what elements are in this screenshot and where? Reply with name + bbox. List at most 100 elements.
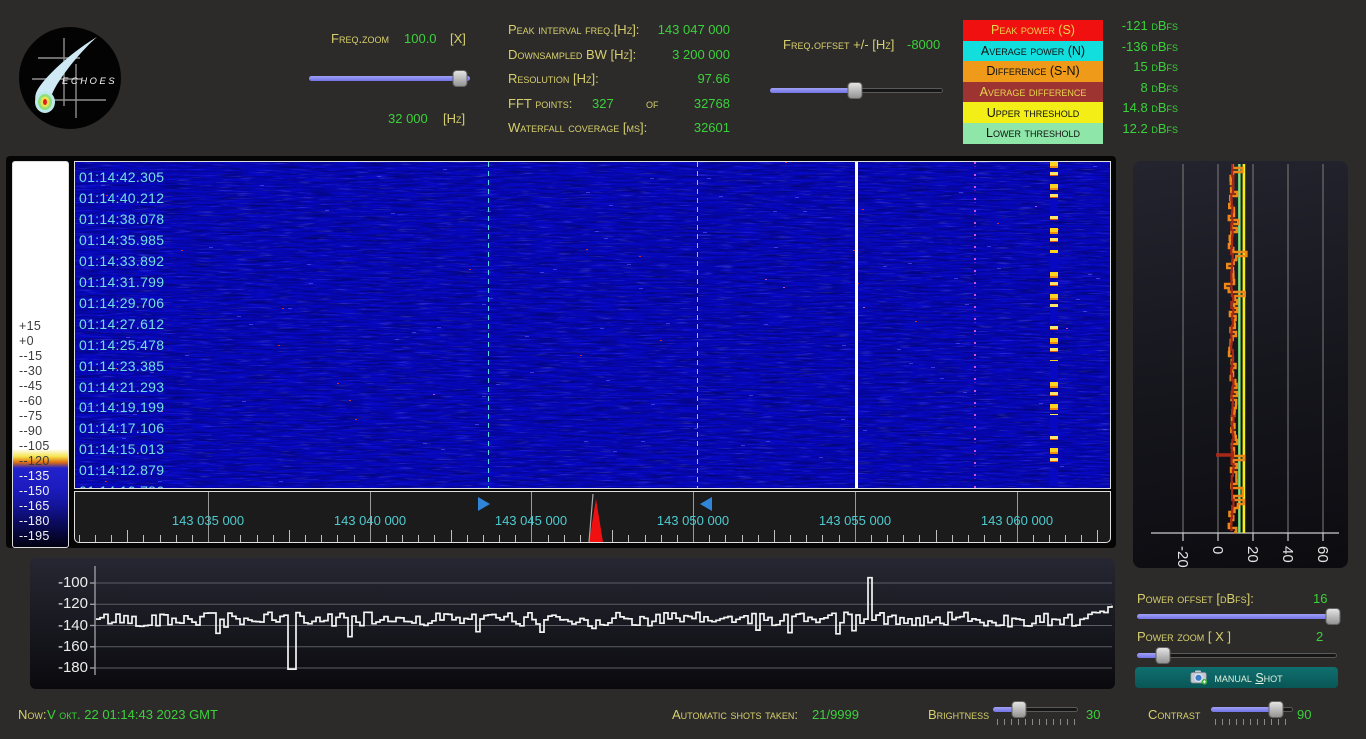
freq-minor-tick (903, 535, 904, 542)
interval-start-arrow-icon[interactable] (478, 497, 490, 511)
freq-zoom-slider[interactable] (309, 70, 470, 87)
power-history-plot (30, 558, 1115, 689)
power-offset-slider-handle[interactable] (1326, 608, 1341, 625)
freq-minor-tick (887, 535, 888, 542)
freq-minor-tick (1033, 535, 1034, 542)
freq-minor-tick (548, 535, 549, 542)
freq-minor-tick (160, 535, 161, 542)
contrast-slider-handle[interactable] (1268, 701, 1283, 718)
freq-minor-tick (709, 535, 710, 542)
db-scale-label: --75 (19, 409, 42, 423)
stats-row-label: FFT points: (508, 96, 572, 111)
freq-minor-tick (240, 535, 241, 542)
db-scale-label: --90 (19, 424, 42, 438)
freq-minor-tick (434, 535, 435, 542)
contrast-value: 90 (1297, 707, 1311, 722)
stats-row: Resolution [Hz]:97.66 (508, 71, 730, 85)
power-y-axis-label: -140 (40, 617, 88, 634)
logo-meteor-head (35, 91, 55, 113)
stats-row: FFT points:327of32768 (508, 96, 730, 110)
freq-offset-value: -8000 (907, 37, 940, 52)
freq-offset-slider[interactable] (770, 82, 943, 99)
freq-offset-slider-handle[interactable] (847, 82, 862, 99)
db-scale-label: --15 (19, 349, 42, 363)
measure-value-1: -136 dBfs (1106, 39, 1178, 60)
freq-tick-label: 143 060 000 (962, 513, 1072, 528)
freq-minor-tick (661, 535, 662, 542)
power-profile-panel: -200204060 (1133, 161, 1348, 568)
brightness-slider-ticks (997, 719, 1075, 725)
freq-minor-tick (127, 530, 128, 542)
power-offset-slider[interactable] (1137, 608, 1337, 625)
waterfall-timestamp: 01:14:15.013 (79, 441, 164, 457)
freq-minor-tick (273, 535, 274, 542)
freq-minor-tick (984, 535, 985, 542)
power-y-axis-label: -100 (40, 574, 88, 591)
waterfall-timestamp: 01:14:33.892 (79, 253, 164, 269)
freq-minor-tick (758, 535, 759, 542)
interval-marker-line-right (697, 162, 698, 488)
freq-minor-tick (871, 535, 872, 542)
db-scale-label: --165 (19, 499, 50, 513)
stats-row: Peak interval freq.[Hz]:143 047 000 (508, 22, 730, 36)
measure-values: -121 dBfs-136 dBfs15 dBfs8 dBfs14.8 dBfs… (1106, 18, 1178, 142)
db-scale-label: --180 (19, 514, 50, 528)
freq-minor-tick (289, 530, 290, 542)
freq-tick-label: 143 055 000 (800, 513, 910, 528)
brightness-slider-handle[interactable] (1012, 701, 1027, 718)
freq-minor-tick (936, 530, 937, 542)
manual-shot-button[interactable]: manual Shot (1135, 667, 1338, 688)
frequency-scale[interactable]: 143 035 000143 040 000143 045 000143 050… (74, 491, 1111, 543)
fft-points-used: 327 (592, 96, 614, 111)
freq-zoom-slider-fill (309, 76, 470, 81)
waterfall-timestamp: 01:14:27.612 (79, 316, 164, 332)
waterfall-timestamp: 01:14:31.799 (79, 274, 164, 290)
brightness-slider[interactable] (993, 701, 1078, 718)
freq-minor-tick (725, 535, 726, 542)
contrast-slider-ticks (1215, 719, 1290, 725)
measure-button-2[interactable]: Difference (S-N) (963, 61, 1103, 82)
waterfall-timestamp: 01:14:12.879 (79, 462, 164, 478)
freq-minor-tick (628, 535, 629, 542)
freq-zoom-slider-handle[interactable] (453, 70, 468, 87)
shots-taken-value: 21/9999 (812, 707, 859, 722)
freq-tick-label: 143 050 000 (638, 513, 748, 528)
freq-minor-tick (1081, 535, 1082, 542)
contrast-slider[interactable] (1211, 701, 1293, 718)
power-zoom-slider-handle[interactable] (1156, 647, 1171, 664)
freq-zoom-label: Freq.zoom (331, 31, 389, 46)
freq-span-unit: [Hz] (443, 111, 465, 126)
measure-button-1[interactable]: Average power (N) (963, 41, 1103, 62)
freq-zoom-unit: [X] (450, 31, 466, 46)
brightness-value: 30 (1086, 707, 1100, 722)
power-zoom-label: Power zoom [ X ] (1137, 629, 1231, 644)
waterfall-timestamp: 01:14:21.293 (79, 379, 164, 395)
freq-minor-tick (564, 535, 565, 542)
waterfall-timestamp: 01:14:17.106 (79, 420, 164, 436)
db-scale-label: --120 (19, 454, 50, 468)
freq-minor-tick (386, 535, 387, 542)
freq-minor-tick (1097, 530, 1098, 542)
freq-minor-tick (467, 535, 468, 542)
freq-minor-tick (321, 535, 322, 542)
measure-button-4[interactable]: Upper threshold (963, 102, 1103, 123)
measure-button-3[interactable]: Average difference (963, 82, 1103, 103)
fft-points-of-label: of (646, 96, 659, 111)
waterfall-display[interactable]: 01:14:42.30501:14:40.21201:14:38.07801:1… (74, 161, 1111, 489)
power-y-axis-label: -120 (40, 595, 88, 612)
measure-button-5[interactable]: Lower threshold (963, 123, 1103, 144)
db-scale-label: +0 (19, 334, 34, 348)
freq-minor-tick (952, 535, 953, 542)
manual-shot-label-suffix: hot (1264, 671, 1283, 685)
db-scale-label: --30 (19, 364, 42, 378)
freq-minor-tick (418, 535, 419, 542)
power-axis-label: 40 (1279, 546, 1296, 563)
measure-button-0[interactable]: Peak power (S) (963, 20, 1103, 41)
power-zoom-slider[interactable] (1137, 647, 1337, 664)
freq-minor-tick (839, 535, 840, 542)
freq-minor-tick (224, 535, 225, 542)
power-offset-slider-fill (1137, 614, 1333, 619)
interval-end-arrow-icon[interactable] (700, 497, 712, 511)
power-profile-plot: -200204060 (1133, 161, 1348, 568)
measure-value-0: -121 dBfs (1106, 18, 1178, 39)
